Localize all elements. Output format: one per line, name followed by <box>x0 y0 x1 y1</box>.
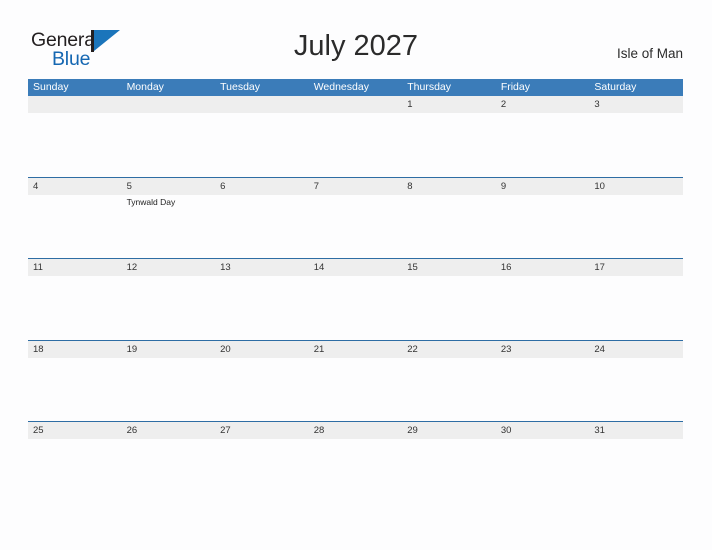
day-cell[interactable] <box>496 276 590 340</box>
day-cell[interactable]: Tynwald Day <box>122 195 216 259</box>
day-cell[interactable] <box>215 276 309 340</box>
weekday-header-thursday: Thursday <box>407 81 452 93</box>
day-number[interactable]: 15 <box>402 259 496 276</box>
day-number[interactable]: 13 <box>215 259 309 276</box>
calendar-grid: Sunday Monday Tuesday Wednesday Thursday… <box>28 79 683 503</box>
day-cell[interactable] <box>309 276 403 340</box>
day-cell[interactable] <box>215 113 309 177</box>
week-date-band: 25 26 27 28 29 30 31 <box>28 422 683 439</box>
day-cell[interactable] <box>589 358 683 422</box>
week-event-band: Tynwald Day <box>28 194 683 259</box>
day-cell[interactable] <box>28 195 122 259</box>
day-cell[interactable] <box>122 276 216 340</box>
day-number[interactable]: 19 <box>122 341 216 358</box>
page-header: General Blue July 2027 Isle of Man <box>0 0 712 79</box>
day-cell[interactable] <box>402 439 496 503</box>
week-event-band <box>28 357 683 422</box>
day-cell[interactable] <box>589 276 683 340</box>
week-date-band: 1 2 3 <box>28 96 683 113</box>
day-number[interactable]: 20 <box>215 341 309 358</box>
day-number[interactable]: 21 <box>309 341 403 358</box>
day-number[interactable]: 6 <box>215 178 309 195</box>
day-cell[interactable] <box>496 358 590 422</box>
day-number[interactable]: 3 <box>589 96 683 113</box>
weekday-header-tuesday: Tuesday <box>220 81 261 93</box>
day-number[interactable]: 30 <box>496 422 590 439</box>
day-number[interactable]: 11 <box>28 259 122 276</box>
day-cell[interactable] <box>309 439 403 503</box>
day-number[interactable]: 28 <box>309 422 403 439</box>
day-number[interactable] <box>215 96 309 113</box>
day-cell[interactable] <box>215 195 309 259</box>
day-number[interactable]: 29 <box>402 422 496 439</box>
day-cell[interactable] <box>309 358 403 422</box>
day-cell[interactable] <box>402 276 496 340</box>
week-date-band: 4 5 6 7 8 9 10 <box>28 177 683 195</box>
day-cell[interactable] <box>496 439 590 503</box>
week-date-band: 11 12 13 14 15 16 17 <box>28 259 683 276</box>
day-cell[interactable] <box>402 195 496 259</box>
calendar-week-row: 1 2 3 <box>28 96 683 177</box>
weekday-header-monday: Monday <box>126 81 164 93</box>
day-number[interactable]: 12 <box>122 259 216 276</box>
day-number[interactable]: 10 <box>589 178 683 195</box>
day-cell[interactable] <box>215 439 309 503</box>
calendar-page: General Blue July 2027 Isle of Man Sunda… <box>0 0 712 550</box>
day-number[interactable]: 24 <box>589 341 683 358</box>
calendar-week-row: 11 12 13 14 15 16 17 <box>28 258 683 340</box>
day-number[interactable]: 14 <box>309 259 403 276</box>
week-event-band <box>28 113 683 177</box>
day-cell[interactable] <box>28 113 122 177</box>
day-cell[interactable] <box>496 113 590 177</box>
day-number[interactable] <box>122 96 216 113</box>
day-cell[interactable] <box>28 439 122 503</box>
day-number[interactable]: 4 <box>28 178 122 195</box>
day-number[interactable]: 16 <box>496 259 590 276</box>
day-cell[interactable] <box>28 276 122 340</box>
day-number[interactable]: 2 <box>496 96 590 113</box>
calendar-week-row: 25 26 27 28 29 30 31 <box>28 421 683 503</box>
day-number[interactable]: 18 <box>28 341 122 358</box>
day-cell[interactable] <box>122 113 216 177</box>
day-number[interactable]: 22 <box>402 341 496 358</box>
calendar-week-row: 4 5 6 7 8 9 10 Tynwald Day <box>28 176 683 259</box>
day-cell[interactable] <box>496 195 590 259</box>
day-number[interactable] <box>309 96 403 113</box>
week-event-band <box>28 276 683 340</box>
day-cell[interactable] <box>402 358 496 422</box>
day-number[interactable]: 9 <box>496 178 590 195</box>
weekday-header-friday: Friday <box>500 81 530 93</box>
day-number[interactable]: 23 <box>496 341 590 358</box>
weekday-header-sunday: Sunday <box>33 81 69 93</box>
day-cell[interactable] <box>215 358 309 422</box>
day-number[interactable]: 25 <box>28 422 122 439</box>
weekday-header-saturday: Saturday <box>594 81 637 93</box>
day-cell[interactable] <box>589 113 683 177</box>
week-date-band: 18 19 20 21 22 23 24 <box>28 340 683 358</box>
day-event-label: Tynwald Day <box>126 196 176 207</box>
weekday-header-wednesday: Wednesday <box>313 81 369 93</box>
day-number[interactable]: 8 <box>402 178 496 195</box>
day-cell[interactable] <box>309 195 403 259</box>
day-cell[interactable] <box>122 439 216 503</box>
day-number[interactable]: 7 <box>309 178 403 195</box>
day-cell[interactable] <box>122 358 216 422</box>
page-title: July 2027 <box>293 30 419 62</box>
day-cell[interactable] <box>309 113 403 177</box>
day-number[interactable]: 5 <box>122 178 216 195</box>
weekday-header-row: Sunday Monday Tuesday Wednesday Thursday… <box>28 79 683 96</box>
day-cell[interactable] <box>402 113 496 177</box>
region-label: Isle of Man <box>616 46 683 61</box>
day-number[interactable]: 26 <box>122 422 216 439</box>
calendar-week-row: 18 19 20 21 22 23 24 <box>28 339 683 422</box>
day-number[interactable]: 1 <box>402 96 496 113</box>
day-number[interactable]: 17 <box>589 259 683 276</box>
day-cell[interactable] <box>589 195 683 259</box>
day-cell[interactable] <box>589 439 683 503</box>
day-cell[interactable] <box>28 358 122 422</box>
day-number[interactable]: 27 <box>215 422 309 439</box>
day-number[interactable] <box>28 96 122 113</box>
week-event-band <box>28 439 683 503</box>
day-number[interactable]: 31 <box>589 422 683 439</box>
